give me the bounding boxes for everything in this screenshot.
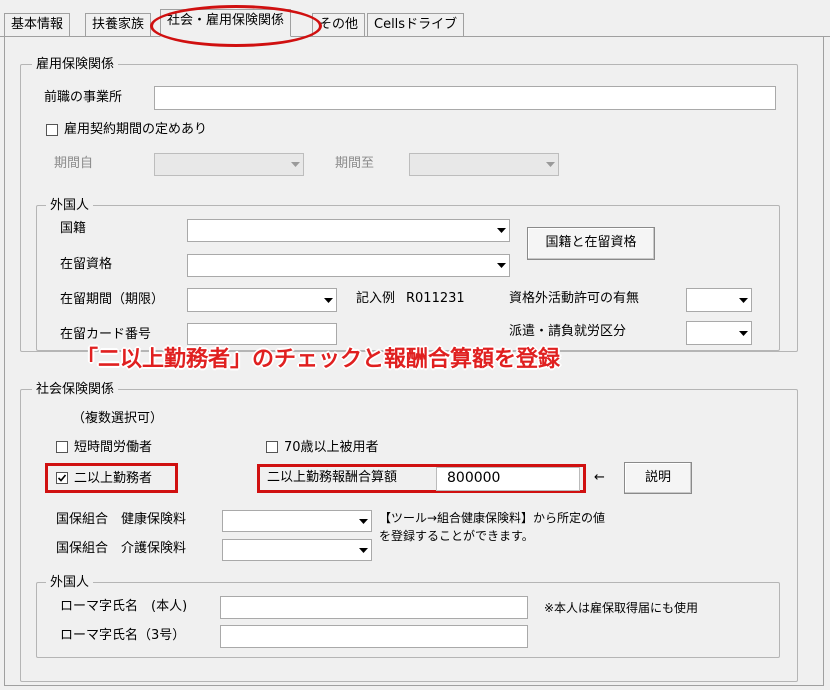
romaji-no3-label: ローマ字氏名（3号） [60, 628, 186, 643]
stay-period-label: 在留期間（期限） [60, 292, 165, 307]
kokuho-note-line2: を登録することができます。 [379, 529, 534, 543]
multi-work-checkbox[interactable] [56, 472, 68, 484]
explain-button[interactable]: 説明 [624, 462, 692, 494]
example-value: R011231 [406, 291, 465, 306]
kokuho-health-dropdown[interactable] [222, 510, 372, 532]
residence-status-dropdown[interactable] [187, 254, 510, 277]
employment-insurance-title: 雇用保険関係 [32, 57, 119, 73]
tab-dependents[interactable]: 扶養家族 [85, 13, 152, 36]
romaji-self-input[interactable] [220, 596, 528, 619]
example-label: 記入例 [356, 291, 396, 306]
work-permission-label: 資格外活動許可の有無 [509, 291, 640, 306]
short-time-label: 短時間労働者 [74, 440, 153, 455]
stay-period-dropdown[interactable] [187, 288, 337, 312]
total-pay-label: 二以上勤務報酬合算額 [267, 470, 398, 485]
residence-status-label: 在留資格 [60, 257, 113, 272]
prev-office-label: 前職の事業所 [44, 90, 123, 105]
dispatch-dropdown[interactable] [686, 321, 752, 345]
tab-basic-info[interactable]: 基本情報 [4, 13, 71, 36]
over70-label: 70歳以上被用者 [284, 440, 379, 455]
kokuho-care-dropdown[interactable] [222, 539, 372, 561]
multi-select-note: （複数選択可） [72, 411, 164, 426]
prev-office-input[interactable] [154, 86, 776, 110]
short-time-checkbox[interactable] [56, 441, 68, 453]
chevron-down-icon [735, 322, 751, 344]
chevron-down-icon [355, 511, 371, 531]
nationality-dropdown[interactable] [187, 219, 510, 242]
romaji-no3-input[interactable] [220, 625, 528, 648]
tab-highlight-oval [150, 5, 322, 47]
chevron-down-icon [542, 154, 558, 175]
period-from-dropdown[interactable] [154, 153, 304, 176]
chevron-down-icon [493, 220, 509, 241]
chevron-down-icon [320, 289, 336, 311]
multi-work-label: 二以上勤務者 [74, 471, 153, 486]
tab-cells-drive[interactable]: Cellsドライブ [367, 13, 465, 36]
period-from-label: 期間自 [54, 156, 94, 171]
card-number-input[interactable] [187, 323, 337, 345]
card-number-label: 在留カード番号 [60, 327, 152, 342]
arrow-left-icon: ← [594, 470, 605, 485]
chevron-down-icon [355, 540, 371, 560]
over70-checkbox[interactable] [266, 441, 278, 453]
dispatch-label: 派遣・請負就労区分 [509, 324, 627, 339]
nationality-status-button[interactable]: 国籍と在留資格 [527, 227, 655, 260]
foreigner-group-1-title: 外国人 [46, 198, 94, 214]
annotation-banner: 「二以上勤務者」のチェックと報酬合算額を登録 [76, 347, 561, 372]
work-permission-dropdown[interactable] [686, 288, 752, 312]
chevron-down-icon [287, 154, 303, 175]
kokuho-note-line1: 【ツール→組合健康保険料】から所定の値 [379, 511, 606, 525]
chevron-down-icon [493, 255, 509, 276]
total-pay-input[interactable]: 800000 [436, 467, 580, 491]
contract-period-label: 雇用契約期間の定めあり [64, 122, 208, 137]
romaji-note: ※本人は雇保取得届にも使用 [544, 601, 699, 615]
checkmark-icon [57, 474, 67, 482]
kokuho-health-label: 国保組合 健康保険料 [56, 512, 187, 527]
chevron-down-icon [735, 289, 751, 311]
kokuho-care-label: 国保組合 介護保険料 [56, 541, 187, 556]
nationality-label: 国籍 [60, 221, 87, 236]
period-to-dropdown[interactable] [409, 153, 559, 176]
period-to-label: 期間至 [335, 156, 375, 171]
contract-period-checkbox[interactable] [46, 124, 58, 136]
social-insurance-title: 社会保険関係 [32, 382, 119, 398]
romaji-self-label: ローマ字氏名 (本人) [60, 599, 188, 614]
foreigner-group-2-title: 外国人 [46, 575, 94, 591]
